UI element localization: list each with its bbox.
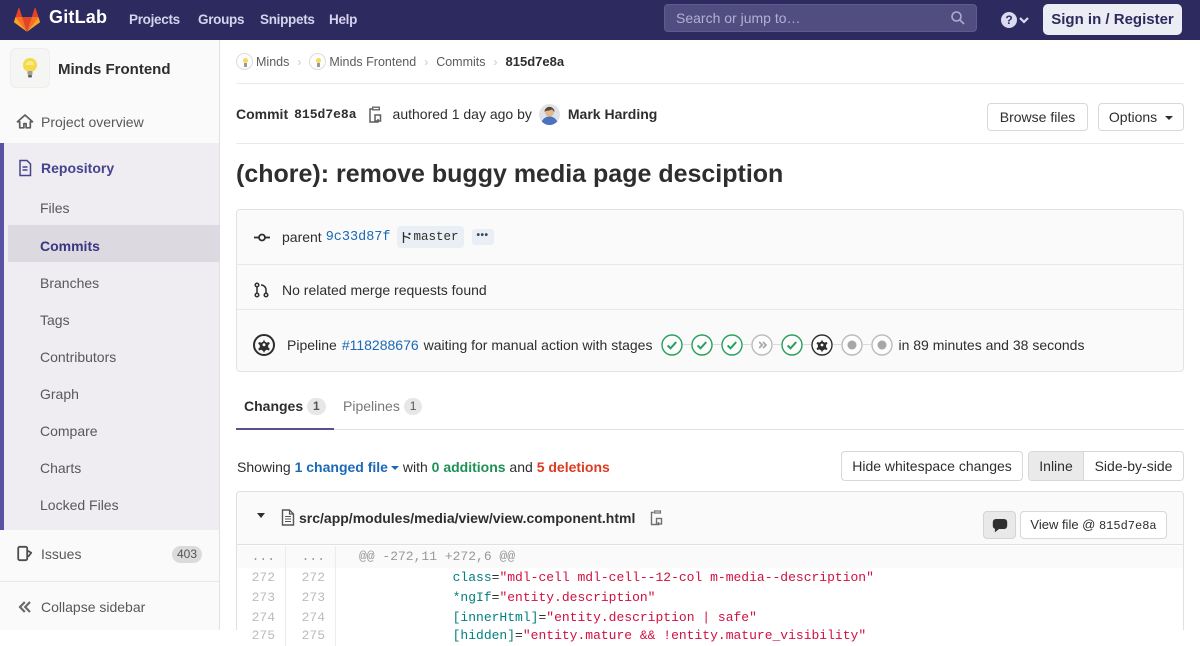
- svg-text:?: ?: [1005, 13, 1012, 27]
